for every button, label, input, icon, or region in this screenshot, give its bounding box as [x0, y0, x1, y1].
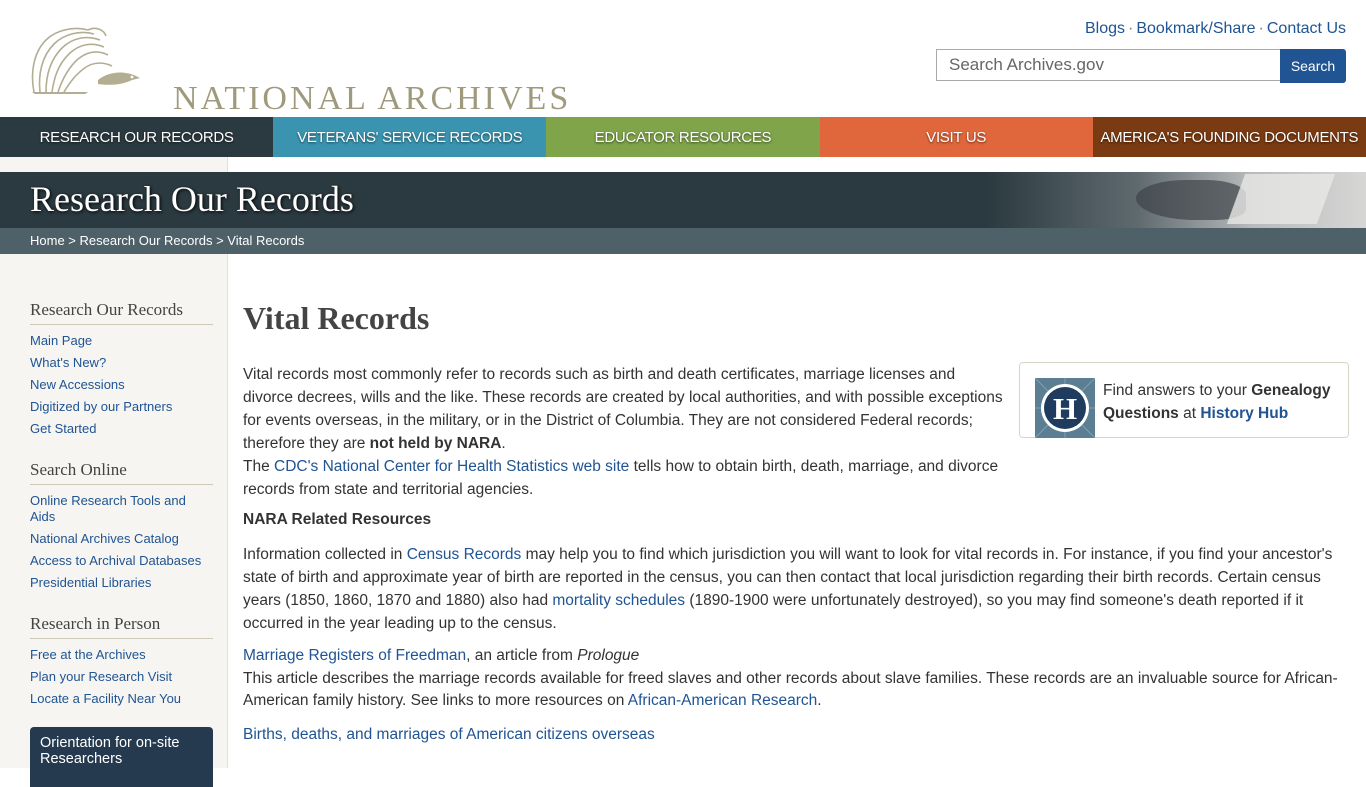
census-paragraph: Information collected in Census Records … [243, 543, 1351, 635]
breadcrumb-current: Vital Records [227, 233, 305, 248]
cdc-paragraph: The CDC's National Center for Health Sta… [243, 455, 1005, 501]
breadcrumb-research[interactable]: Research Our Records [80, 233, 213, 248]
sidebar-item-locate-facility[interactable]: Locate a Facility Near You [30, 691, 213, 707]
breadcrumb-home[interactable]: Home [30, 233, 65, 248]
breadcrumb: Home > Research Our Records > Vital Reco… [0, 228, 1366, 254]
sidebar-item-plan-visit[interactable]: Plan your Research Visit [30, 669, 213, 685]
marriage-mid: , an article from [466, 647, 578, 664]
sidebar-top-strip [0, 157, 228, 172]
history-hub-logo-letter: H [1053, 391, 1077, 426]
census-pre: Information collected in [243, 546, 407, 563]
related-resources-heading: NARA Related Resources [243, 511, 432, 528]
nav-educator-resources[interactable]: Educator Resources [546, 117, 820, 157]
orientation-promo[interactable]: Orientation for on-site Researchers [30, 727, 213, 787]
sidebar-item-whats-new[interactable]: What's New? [30, 355, 213, 371]
history-hub-link[interactable]: History Hub [1200, 405, 1288, 422]
marriage-paragraph: Marriage Registers of Freedman, an artic… [243, 645, 1351, 713]
sidebar-item-presidential-libraries[interactable]: Presidential Libraries [30, 575, 213, 591]
overseas-paragraph: Births, deaths, and marriages of America… [243, 723, 655, 746]
search-input[interactable] [936, 49, 1292, 81]
sidebar-heading: Research in Person [30, 614, 213, 639]
sidebar-item-digitized-partners[interactable]: Digitized by our Partners [30, 399, 213, 415]
overseas-records-link[interactable]: Births, deaths, and marriages of America… [243, 726, 655, 743]
sidebar-item-get-started[interactable]: Get Started [30, 421, 213, 437]
contact-us-link[interactable]: Contact Us [1267, 20, 1346, 37]
sidebar: Research Our Records Main Page What's Ne… [0, 254, 228, 787]
section-banner: Research Our Records [0, 172, 1366, 228]
prologue-title: Prologue [577, 647, 640, 664]
intro-text: Vital records most commonly refer to rec… [243, 366, 1003, 452]
sidebar-item-new-accessions[interactable]: New Accessions [30, 377, 213, 393]
marriage-registers-link[interactable]: Marriage Registers of Freedman [243, 647, 466, 664]
hub-pre: Find answers to your [1103, 382, 1252, 399]
history-hub-callout: H Find answers to your Genealogy Questio… [1019, 362, 1349, 438]
sidebar-item-archival-databases[interactable]: Access to Archival Databases [30, 553, 213, 569]
sidebar-item-catalog[interactable]: National Archives Catalog [30, 531, 213, 547]
history-hub-text: Find answers to your Genealogy Questions… [1103, 379, 1343, 425]
nav-visit-us[interactable]: Visit Us [819, 117, 1093, 157]
african-american-research-link[interactable]: African-American Research [628, 692, 818, 709]
intro-paragraph: Vital records most commonly refer to rec… [243, 363, 1005, 455]
national-archives-logo[interactable]: NATIONAL ARCHIVES [28, 22, 568, 117]
page-title: Vital Records [243, 300, 430, 336]
section-title: Research Our Records [30, 179, 354, 219]
census-records-link[interactable]: Census Records [407, 546, 522, 563]
separator: · [1128, 20, 1134, 37]
marriage-end: . [817, 692, 822, 709]
sidebar-heading: Research Our Records [30, 300, 213, 325]
cdc-link[interactable]: CDC's National Center for Health Statist… [274, 458, 629, 475]
separator: · [1258, 20, 1264, 37]
main-navigation: Research Our Records Veterans' Service R… [0, 117, 1366, 157]
sidebar-section-search-online: Search Online Online Research Tools and … [30, 460, 213, 597]
banner-photo-document [1226, 174, 1336, 224]
sidebar-item-main-page[interactable]: Main Page [30, 333, 213, 349]
nav-research-our-records[interactable]: Research Our Records [0, 117, 274, 157]
eagle-logo-icon [31, 27, 140, 94]
hub-mid: at [1178, 405, 1201, 422]
nav-veterans-service-records[interactable]: Veterans' Service Records [273, 117, 547, 157]
cdc-pre: The [243, 458, 275, 475]
logo-text: NATIONAL ARCHIVES [173, 80, 572, 117]
sidebar-heading: Search Online [30, 460, 213, 485]
breadcrumb-separator: > [212, 233, 228, 248]
bookmark-share-link[interactable]: Bookmark/Share [1136, 20, 1255, 37]
blogs-link[interactable]: Blogs [1085, 20, 1125, 37]
sidebar-item-free-at-archives[interactable]: Free at the Archives [30, 647, 213, 663]
mortality-schedules-link[interactable]: mortality schedules [552, 592, 685, 609]
search-button[interactable]: Search [1280, 49, 1346, 83]
intro-end: . [501, 435, 506, 452]
site-header: NATIONAL ARCHIVES Blogs · Bookmark/Share · C… [0, 0, 1366, 117]
breadcrumb-separator: > [64, 233, 80, 248]
banner-photo [986, 172, 1366, 228]
utility-links: Blogs · Bookmark/Share · Contact Us [1085, 20, 1346, 38]
sidebar-item-online-tools[interactable]: Online Research Tools and Aids [30, 493, 213, 525]
intro-bold: not held by NARA [369, 435, 502, 452]
sidebar-section-research: Research Our Records Main Page What's Ne… [30, 300, 213, 443]
history-hub-logo-icon[interactable]: H [1035, 378, 1095, 438]
nav-americas-founding-documents[interactable]: America's Founding Documents [1092, 117, 1366, 157]
sidebar-section-research-in-person: Research in Person Free at the Archives … [30, 614, 213, 713]
